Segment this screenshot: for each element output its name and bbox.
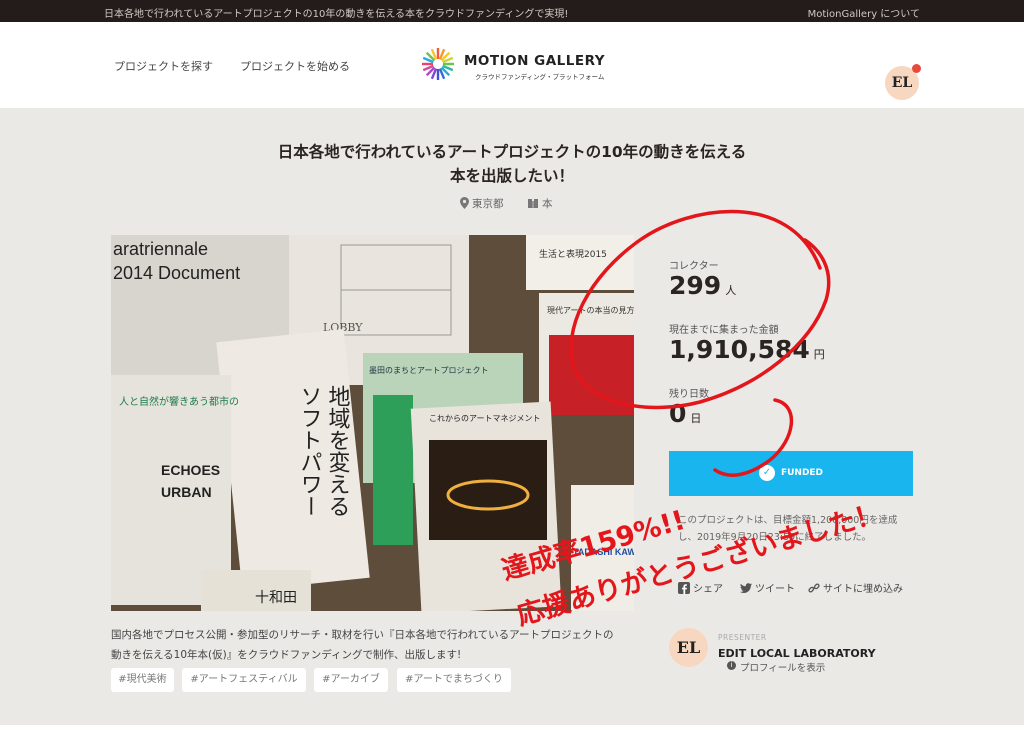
book-echoes-en2: URBAN: [161, 484, 212, 500]
book-seikatsu-title: 生活と表現2015: [539, 248, 607, 260]
amount-value: 1,910,584 円: [669, 335, 825, 364]
project-category[interactable]: 本: [542, 196, 553, 211]
tag-chip[interactable]: #アートフェスティバル: [182, 668, 306, 692]
book-softpower-line1: 地域を変える: [325, 385, 351, 517]
logo-burst-icon: [422, 48, 454, 80]
embed-button[interactable]: サイトに埋め込み: [808, 580, 903, 595]
book-kawamata-title: TADASHI KAWAMATA: [573, 547, 634, 557]
twitter-share-label: ツイート: [755, 584, 795, 595]
project-description-line2: 動きを伝える10年本(仮)』をクラウドファンディングで制作、出版します!: [111, 649, 462, 661]
amount-unit: 円: [813, 348, 825, 361]
view-profile-link[interactable]: プロフィールを表示: [740, 660, 825, 674]
amount-label: 現在までに集まった金額: [669, 325, 779, 336]
embed-label: サイトに埋め込み: [823, 584, 903, 595]
project-hero-image: aratriennale 2014 Document LOBBY 生活と表現20…: [111, 235, 634, 611]
logo-name: MOTION GALLERY: [464, 53, 606, 69]
user-avatar[interactable]: EL: [885, 64, 921, 100]
book-softpower-line2: ソフトパワー: [297, 385, 322, 517]
announcement-text: 日本各地で行われているアートプロジェクトの10年の動きを伝える本をクラウドファン…: [104, 9, 569, 20]
project-location[interactable]: 東京都: [472, 196, 504, 211]
book-echoes-en1: ECHOES: [161, 462, 220, 478]
info-icon: i: [727, 661, 736, 670]
collectors-number: 299: [669, 271, 722, 300]
presenter-avatar[interactable]: EL: [669, 628, 708, 667]
days-left-label: 残り日数: [669, 389, 709, 400]
nav-find-projects[interactable]: プロジェクトを探す: [114, 58, 213, 74]
twitter-icon: [740, 583, 752, 593]
days-left-unit: 日: [690, 412, 702, 425]
presenter-card: EL PRESENTER EDIT LOCAL LABORATORY i プロフ…: [669, 628, 919, 676]
footer-edge: [0, 725, 1024, 731]
amount-number: 1,910,584: [669, 335, 810, 364]
notification-dot: [912, 64, 921, 73]
presenter-role: PRESENTER: [718, 633, 767, 642]
announcement-bar: 日本各地で行われているアートプロジェクトの10年の動きを伝える本をクラウドファン…: [0, 0, 1024, 22]
book-echoes-jp: 人と自然が響きあう都市の: [119, 395, 239, 408]
books-collage-illustration: aratriennale 2014 Document LOBBY 生活と表現20…: [111, 235, 634, 611]
site-logo[interactable]: MOTION GALLERY クラウドファンディング・プラットフォーム: [421, 47, 611, 85]
logo-tagline: クラウドファンディング・プラットフォーム: [475, 73, 605, 81]
book-triennale-sub: 2014 Document: [113, 263, 240, 283]
book-towada-title: 十和田: [255, 590, 297, 606]
nav-start-project[interactable]: プロジェクトを始める: [240, 58, 350, 74]
funded-note: このプロジェクトは、目標金額1,200,000円を達成 し、2019年9月20日…: [678, 512, 918, 546]
project-description: 国内各地でプロセス公開・参加型のリサーチ・取材を行い『日本各地で行われているアー…: [111, 625, 634, 665]
funded-note-line2: し、2019年9月20日23:59に終了しました。: [678, 532, 872, 543]
about-link[interactable]: MotionGallery について: [808, 5, 920, 20]
site-header: プロジェクトを探す プロジェクトを始める MOTION GALLERY クラウド…: [0, 22, 1024, 108]
twitter-share-button[interactable]: ツイート: [740, 580, 795, 595]
book-artmgmt-title: これからのアートマネジメント: [429, 414, 541, 423]
book-sumida-title: 墨田のまちとアートプロジェクト: [369, 366, 489, 375]
project-title: 日本各地で行われているアートプロジェクトの10年の動きを伝える 本を出版したい！: [200, 140, 824, 188]
project-title-line2: 本を出版したい！: [449, 167, 574, 185]
collectors-label: コレクター: [669, 261, 719, 272]
tag-chip[interactable]: #アートでまちづくり: [397, 668, 511, 692]
check-icon: ✓: [758, 464, 775, 481]
tag-chip[interactable]: #アーカイブ: [314, 668, 388, 692]
location-pin-icon: [460, 197, 469, 209]
collectors-unit: 人: [725, 284, 737, 297]
facebook-icon: [678, 582, 690, 594]
collectors-value: 299 人: [669, 271, 736, 300]
facebook-share-button[interactable]: シェア: [678, 580, 723, 595]
project-title-line1: 日本各地で行われているアートプロジェクトの10年の動きを伝える: [277, 143, 747, 161]
book-category-icon: [528, 199, 538, 208]
book-triennale-title: aratriennale: [113, 239, 208, 259]
funded-note-line1: このプロジェクトは、目標金額1,200,000円を達成: [678, 515, 898, 526]
days-left-number: 0: [669, 399, 687, 428]
tag-chip[interactable]: #現代美術: [111, 668, 174, 692]
presenter-name[interactable]: EDIT LOCAL LABORATORY: [718, 647, 876, 660]
book-gendai-title: 現代アートの本当の見方: [547, 305, 634, 315]
days-left-value: 0日: [669, 399, 701, 428]
funded-label: FUNDED: [780, 468, 824, 478]
user-avatar-initials: EL: [891, 75, 913, 91]
project-description-line1: 国内各地でプロセス公開・参加型のリサーチ・取材を行い『日本各地で行われているアー…: [111, 629, 614, 641]
funded-button[interactable]: ✓ FUNDED: [669, 451, 913, 496]
facebook-share-label: シェア: [693, 584, 723, 595]
link-icon: [808, 583, 820, 593]
